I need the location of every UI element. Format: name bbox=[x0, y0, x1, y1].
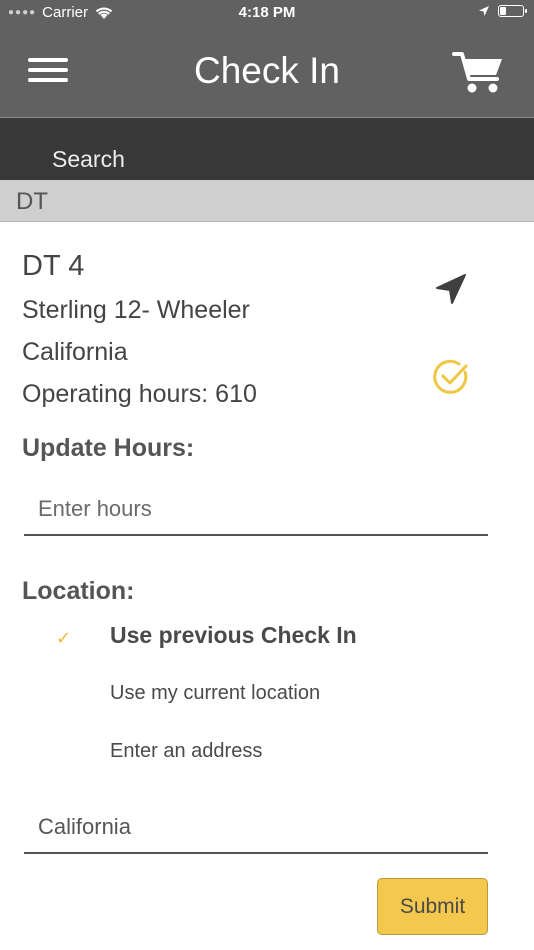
location-label: Location: bbox=[22, 577, 135, 605]
check-circle-icon[interactable] bbox=[432, 358, 470, 396]
option-use-current-location[interactable]: Use my current location bbox=[0, 682, 534, 726]
option-enter-address[interactable]: Enter an address bbox=[0, 740, 534, 784]
address-input[interactable] bbox=[24, 802, 488, 854]
option-label: Use my current location bbox=[110, 682, 321, 704]
status-right bbox=[478, 5, 527, 17]
option-use-previous-check-in[interactable]: ✓ Use previous Check In bbox=[0, 622, 534, 666]
section-header-label: DT bbox=[16, 188, 48, 215]
nav-bar: Check In bbox=[0, 28, 534, 118]
checkmark-icon: ✓ bbox=[56, 628, 72, 648]
search-bar[interactable]: Search bbox=[0, 118, 534, 180]
status-bar: ●●●● Carrier 4:18 PM bbox=[0, 0, 534, 28]
asset-location: California bbox=[22, 338, 128, 366]
search-label[interactable]: Search bbox=[52, 146, 125, 173]
clock: 4:18 PM bbox=[238, 4, 296, 21]
update-hours-label: Update Hours: bbox=[22, 434, 195, 462]
asset-operating-hours: Operating hours: 610 bbox=[22, 380, 257, 408]
asset-name: DT 4 bbox=[22, 250, 85, 282]
option-label: Enter an address bbox=[110, 740, 263, 762]
battery-icon bbox=[498, 5, 527, 17]
section-header: DT bbox=[0, 180, 534, 222]
option-label: Use previous Check In bbox=[110, 622, 357, 648]
asset-model: Sterling 12- Wheeler bbox=[22, 296, 250, 324]
location-services-icon bbox=[479, 6, 489, 16]
cart-icon[interactable] bbox=[452, 50, 506, 96]
location-arrow-icon[interactable] bbox=[434, 272, 468, 306]
hours-input[interactable] bbox=[24, 484, 488, 536]
submit-button[interactable]: Submit bbox=[377, 878, 488, 935]
